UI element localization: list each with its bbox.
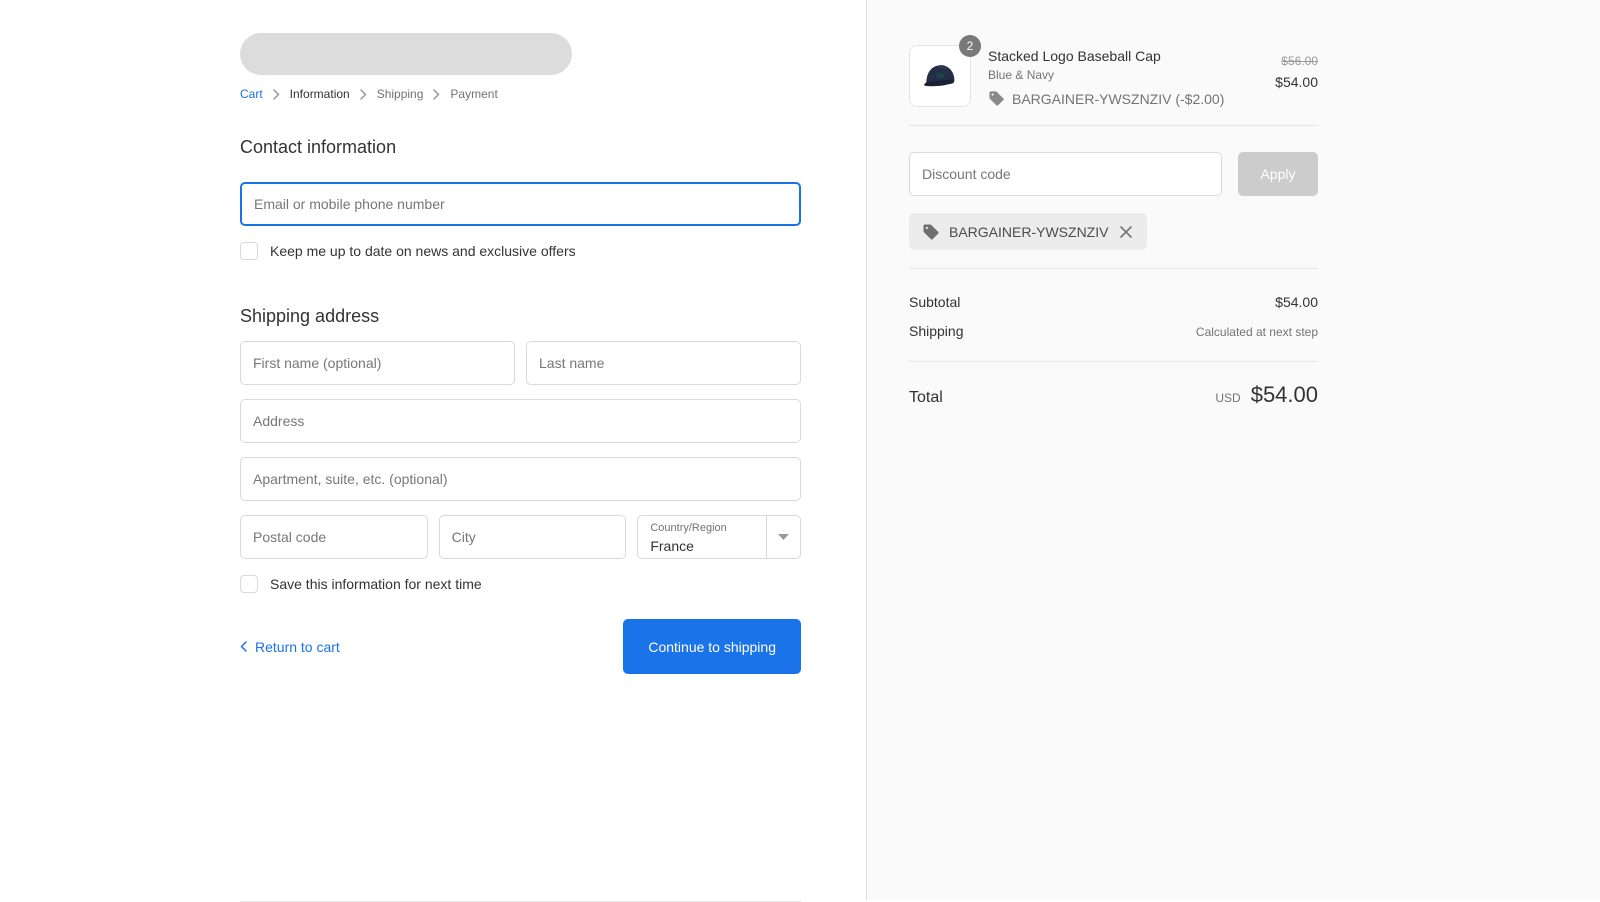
tag-icon [988,90,1005,107]
breadcrumb-shipping: Shipping [377,87,424,101]
close-icon [1120,226,1132,238]
currency-code: USD [1215,391,1240,405]
applied-discount-chip: BARGAINER-YWSZNZIV [909,213,1147,250]
product-discount-tag: BARGAINER-YWSZNZIV (-$2.00) [1012,91,1224,107]
store-logo-placeholder [240,33,572,75]
shipping-heading: Shipping address [240,306,801,327]
locality-row: Country/Region France [240,515,801,559]
total-label: Total [909,389,943,407]
form-actions: Return to cart Continue to shipping [240,619,801,674]
chevron-right-icon [360,89,367,100]
postal-code-input[interactable] [240,515,428,559]
quantity-badge: 2 [959,35,981,57]
city-input[interactable] [439,515,627,559]
order-item: 2 Stacked Logo Baseball Cap Blue & Navy … [909,45,1318,107]
product-thumbnail: 2 [909,45,971,107]
address-input[interactable] [240,399,801,443]
total-row: Total USD $54.00 [909,382,1318,408]
newsletter-checkbox-row[interactable]: Keep me up to date on news and exclusive… [240,242,801,260]
save-info-label: Save this information for next time [270,576,482,592]
newsletter-label: Keep me up to date on news and exclusive… [270,243,576,259]
breadcrumb-cart[interactable]: Cart [240,87,263,101]
save-info-checkbox[interactable] [240,575,258,593]
breadcrumb: Cart Information Shipping Payment [240,87,801,101]
product-price: $54.00 [1275,74,1318,90]
checkout-main: Cart Information Shipping Payment Contac… [0,0,866,900]
product-title: Stacked Logo Baseball Cap [988,48,1265,64]
order-summary-sidebar: 2 Stacked Logo Baseball Cap Blue & Navy … [866,0,1600,900]
newsletter-checkbox[interactable] [240,242,258,260]
apartment-input[interactable] [240,457,801,501]
tag-icon [922,223,940,241]
return-to-cart-label: Return to cart [255,639,340,655]
product-variant: Blue & Navy [988,68,1265,82]
subtotal-value: $54.00 [1275,294,1318,310]
breadcrumb-information: Information [290,87,350,101]
name-row [240,341,801,385]
breadcrumb-payment: Payment [450,87,497,101]
discount-code-input[interactable] [909,152,1222,196]
save-info-checkbox-row[interactable]: Save this information for next time [240,575,801,593]
subtotal-row: Subtotal $54.00 [909,294,1318,310]
shipping-value: Calculated at next step [1196,325,1318,339]
continue-to-shipping-button[interactable]: Continue to shipping [623,619,801,674]
chevron-right-icon [433,89,440,100]
country-select[interactable]: Country/Region France [637,515,801,559]
email-input[interactable] [240,182,801,226]
product-original-price: $56.00 [1275,54,1318,68]
divider [909,361,1318,362]
contact-heading: Contact information [240,137,801,158]
remove-discount-button[interactable] [1118,224,1134,240]
total-value: $54.00 [1251,382,1318,408]
discount-form: Apply [909,152,1318,196]
shipping-row: Shipping Calculated at next step [909,323,1318,339]
totals-section: Subtotal $54.00 Shipping Calculated at n… [909,294,1318,339]
chevron-right-icon [273,89,280,100]
country-select-value: France [650,536,766,556]
divider [909,125,1318,126]
subtotal-label: Subtotal [909,294,960,310]
first-name-input[interactable] [240,341,515,385]
applied-discount-code: BARGAINER-YWSZNZIV [949,224,1108,240]
chevron-left-icon [240,641,247,652]
return-to-cart-link[interactable]: Return to cart [240,639,340,655]
baseball-cap-image [917,53,963,99]
last-name-input[interactable] [526,341,801,385]
shipping-label: Shipping [909,323,964,339]
apply-discount-button[interactable]: Apply [1238,152,1318,196]
divider [909,268,1318,269]
chevron-down-icon [766,516,800,558]
country-select-label: Country/Region [650,522,766,536]
